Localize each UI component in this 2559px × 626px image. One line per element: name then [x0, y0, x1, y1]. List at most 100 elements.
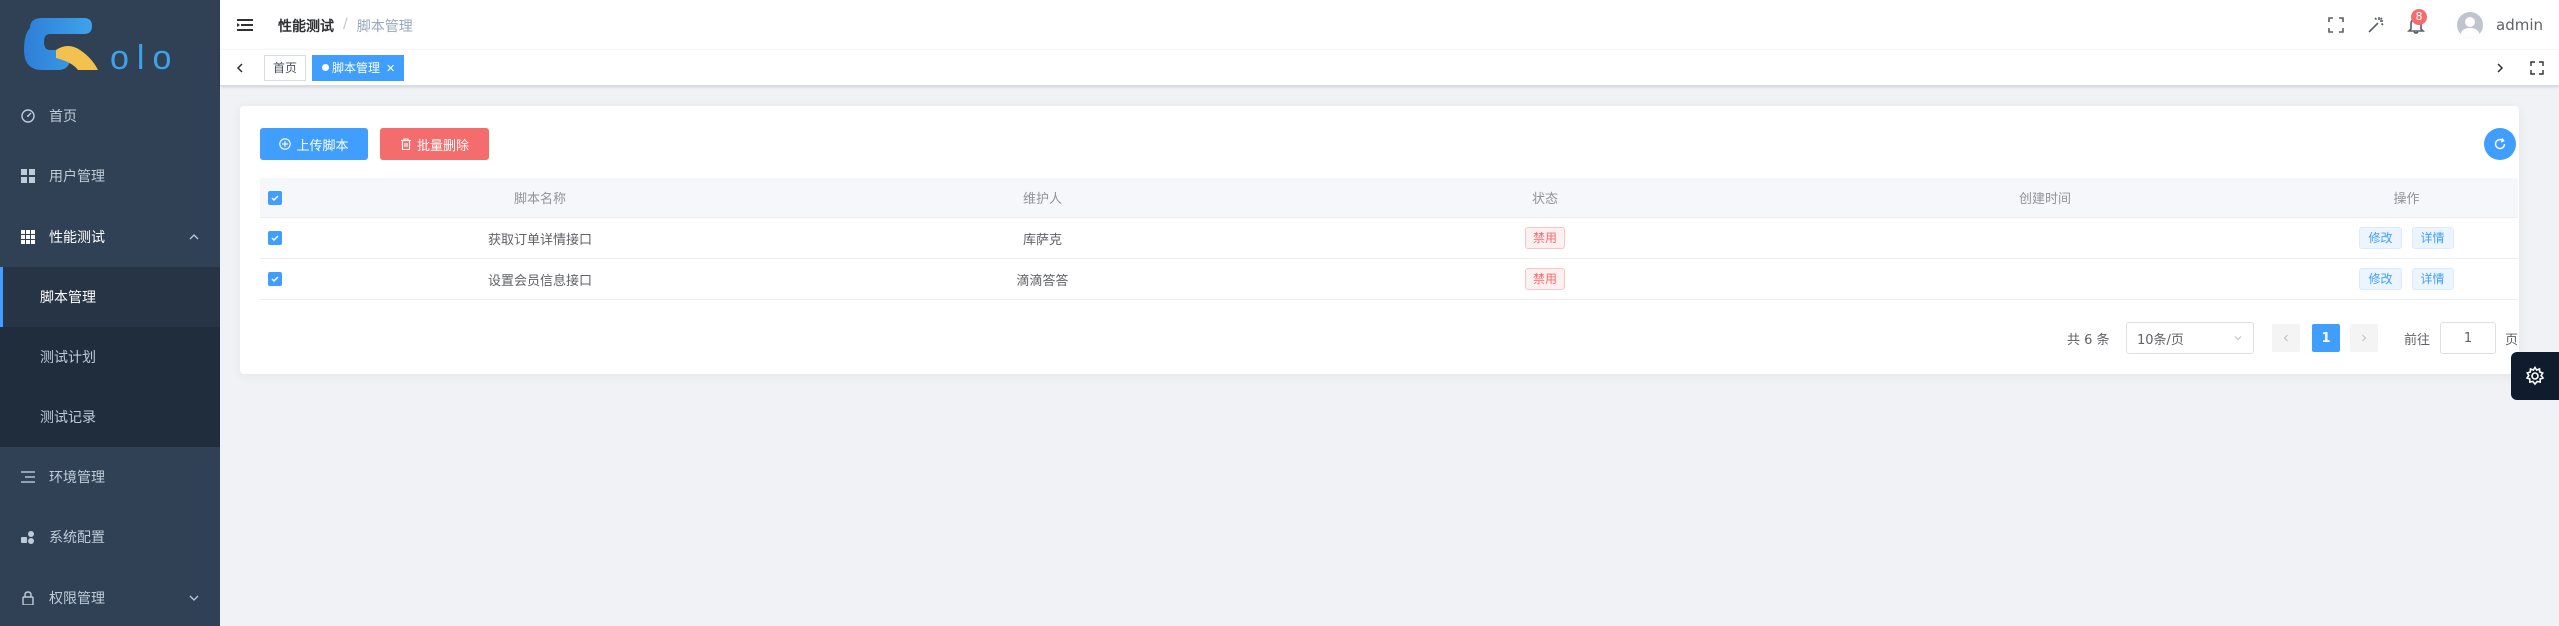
chevron-up-icon	[189, 234, 199, 240]
svg-text:olo: olo	[110, 39, 179, 77]
grid-icon	[19, 228, 37, 246]
sidebar-subitem-test-plan[interactable]: 测试计划	[0, 327, 220, 387]
lock-icon	[19, 589, 37, 607]
sidebar-item-home[interactable]: 首页	[0, 86, 220, 146]
fullscreen-icon[interactable]	[2529, 60, 2545, 76]
users-icon	[19, 167, 37, 185]
scroll-left-icon[interactable]	[234, 62, 246, 74]
table-row: 获取订单详情接口 库萨克 禁用 修改 详情	[260, 218, 2518, 259]
maintainer: 库萨克	[1022, 232, 1062, 248]
page-size-select[interactable]: 10条/页	[2126, 322, 2254, 354]
active-dot-icon	[322, 64, 329, 71]
scripts-table: 脚本名称 维护人 状态 创建时间 操作 获取订单详情接口 库萨克 禁用 修改 详…	[260, 178, 2518, 300]
tag-home[interactable]: 首页	[264, 55, 307, 81]
upload-script-label: 上传脚本	[296, 138, 349, 154]
status-badge: 禁用	[1524, 268, 1565, 290]
sidebar-item-environment[interactable]: 环境管理	[0, 447, 220, 507]
sidebar-item-label: 系统配置	[49, 530, 105, 546]
page-number-current[interactable]: 1	[2312, 324, 2340, 352]
tag-scripts[interactable]: 脚本管理 ✕	[312, 55, 405, 81]
chevron-right-icon	[2362, 334, 2367, 342]
list-icon	[19, 468, 37, 486]
fullscreen-icon[interactable]	[2326, 15, 2346, 35]
next-page-button[interactable]	[2350, 324, 2378, 352]
sidebar-item-label: 环境管理	[49, 470, 105, 486]
pagination: 共 6 条 10条/页 1 前往 1 页	[240, 322, 2519, 354]
goto-page-input[interactable]: 1	[2440, 322, 2496, 354]
breadcrumb-item-current: 脚本管理	[356, 19, 413, 35]
avatar[interactable]	[2457, 12, 2483, 38]
refresh-button[interactable]	[2484, 128, 2516, 160]
scroll-right-icon[interactable]	[2494, 62, 2506, 74]
breadcrumb-item[interactable]: 性能测试	[278, 16, 334, 36]
gear-icon	[2525, 366, 2545, 386]
table-header-row: 脚本名称 维护人 状态 创建时间 操作	[260, 178, 2518, 218]
batch-delete-label: 批量删除	[416, 138, 469, 154]
sidebar-item-users[interactable]: 用户管理	[0, 146, 220, 206]
column-header: 创建时间	[2018, 192, 2071, 207]
sidebar-item-system-config[interactable]: 系统配置	[0, 507, 220, 567]
chevron-down-icon	[189, 595, 199, 601]
batch-delete-button[interactable]: 批量删除	[380, 128, 489, 160]
maintainer: 滴滴答答	[1016, 273, 1069, 289]
settings-button[interactable]	[2511, 352, 2559, 400]
created-time	[1795, 218, 2295, 258]
checkbox-checked-icon	[268, 190, 282, 205]
actions-cell: 修改 详情	[2295, 259, 2518, 299]
chevron-left-icon	[2283, 334, 2288, 342]
row-checkbox[interactable]	[260, 218, 290, 258]
breadcrumb-separator: /	[343, 16, 348, 32]
sidebar-item-label: 性能测试	[49, 230, 105, 246]
hamburger-icon[interactable]	[236, 16, 254, 34]
created-time	[1795, 259, 2295, 299]
goto-prefix: 前往	[2404, 332, 2431, 348]
logo[interactable]: olo	[0, 0, 220, 100]
actions-cell: 修改 详情	[2295, 218, 2518, 258]
sidebar-item-label: 用户管理	[49, 169, 105, 185]
sidebar-item-label: 首页	[49, 109, 77, 125]
edit-button[interactable]: 修改	[2359, 268, 2402, 290]
sidebar-subitem-label: 脚本管理	[40, 290, 96, 306]
sidebar-subitem-label: 测试记录	[40, 410, 96, 426]
status-badge: 禁用	[1524, 227, 1565, 249]
column-header: 维护人	[1022, 192, 1062, 207]
pagination-total: 共 6 条	[2067, 332, 2110, 348]
sidebar-item-label: 权限管理	[49, 591, 105, 607]
goto-suffix: 页	[2505, 332, 2519, 348]
prev-page-button[interactable]	[2272, 324, 2300, 352]
user-name[interactable]: admin	[2496, 16, 2543, 34]
upload-script-button[interactable]: 上传脚本	[260, 128, 368, 160]
column-header: 脚本名称	[513, 192, 566, 207]
plus-circle-icon	[279, 138, 292, 150]
tags-view: 首页 脚本管理 ✕	[220, 50, 2559, 86]
logo-icon: olo	[24, 18, 179, 77]
sidebar-subitem-test-records[interactable]: 测试记录	[0, 387, 220, 447]
navbar: 性能测试 / 脚本管理 8 admin	[220, 0, 2559, 50]
table-row: 设置会员信息接口 滴滴答答 禁用 修改 详情	[260, 259, 2518, 300]
dashboard-icon	[19, 107, 37, 125]
sidebar-subitem-scripts[interactable]: 脚本管理	[0, 267, 220, 327]
sidebar-item-performance[interactable]: 性能测试	[0, 207, 220, 267]
status-cell: 禁用	[1295, 218, 1795, 258]
checkbox-checked-icon	[268, 231, 282, 245]
detail-button[interactable]: 详情	[2411, 227, 2454, 249]
magic-wand-icon[interactable]	[2366, 15, 2386, 35]
select-all-checkbox[interactable]	[260, 178, 290, 217]
tag-label: 首页	[273, 61, 298, 75]
close-icon[interactable]: ✕	[386, 57, 395, 81]
script-name: 设置会员信息接口	[487, 273, 592, 289]
sidebar-subitem-label: 测试计划	[40, 350, 96, 366]
trash-icon	[400, 138, 412, 150]
edit-button[interactable]: 修改	[2359, 227, 2402, 249]
notification-badge: 8	[2411, 9, 2427, 25]
detail-button[interactable]: 详情	[2411, 268, 2454, 290]
sidebar: olo 首页 用户管理 性能测试 脚本管理 测试计划 测试记录 环境管理 系统配…	[0, 0, 220, 626]
page-size-value: 10条/页	[2137, 332, 2184, 348]
column-header: 操作	[2393, 192, 2420, 207]
script-name: 获取订单详情接口	[487, 232, 592, 248]
component-icon	[19, 528, 37, 546]
sidebar-item-permissions[interactable]: 权限管理	[0, 568, 220, 626]
row-checkbox[interactable]	[260, 259, 290, 299]
breadcrumb: 性能测试 / 脚本管理	[278, 16, 413, 36]
chevron-down-icon	[2234, 336, 2242, 341]
